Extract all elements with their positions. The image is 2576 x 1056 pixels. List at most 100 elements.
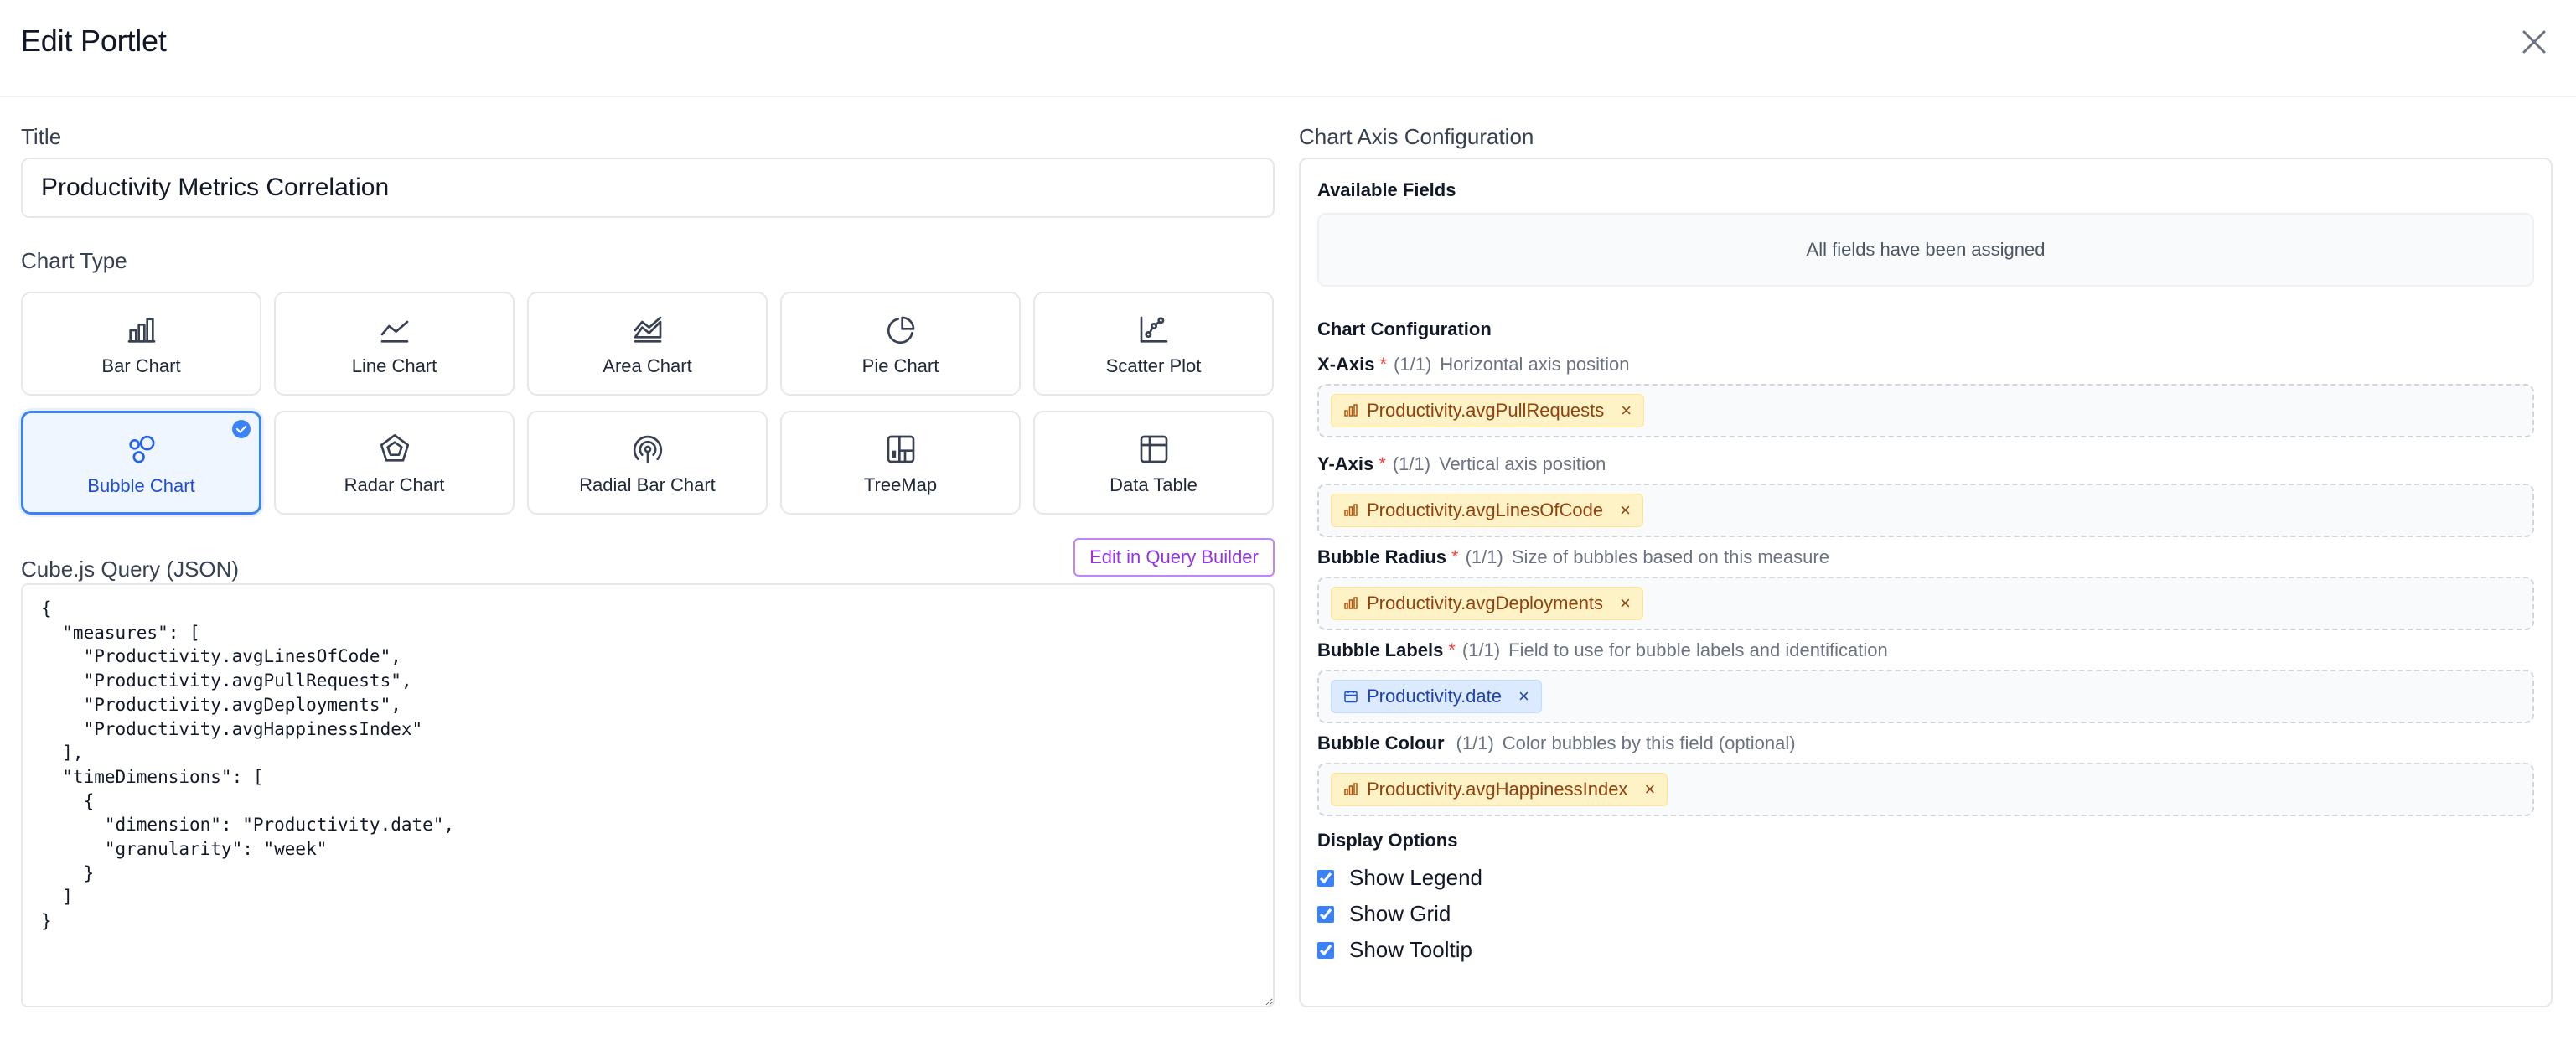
bubble-labels-label-row: Bubble Labels * (1/1) Field to use for bubb… — [1317, 639, 1888, 661]
measure-icon — [1343, 596, 1358, 611]
bubble-radius-count: (1/1) — [1465, 546, 1503, 567]
chart-option-area[interactable]: Area Chart — [527, 292, 768, 396]
y-axis-field-chip[interactable]: Productivity.avgLinesOfCode × — [1331, 494, 1643, 527]
bubble-labels-count: (1/1) — [1461, 639, 1501, 660]
field-name: Productivity.avgHappinessIndex — [1367, 779, 1628, 800]
remove-field-icon[interactable]: × — [1620, 593, 1631, 614]
remove-field-icon[interactable]: × — [1621, 400, 1632, 422]
show-tooltip-label: Show Tooltip — [1349, 937, 1472, 962]
scatter-plot-icon — [1137, 313, 1171, 347]
x-axis-field-chip[interactable]: Productivity.avgPullRequests × — [1331, 394, 1645, 427]
chart-option-radial-bar[interactable]: Radial Bar Chart — [527, 411, 768, 515]
bubble-radius-field-chip[interactable]: Productivity.avgDeployments × — [1331, 587, 1643, 620]
bubble-labels-field-chip[interactable]: Productivity.date × — [1331, 680, 1542, 713]
bubble-radius-description: Size of bubbles based on this measure — [1511, 546, 1829, 567]
x-axis-label-row: X-Axis * (1/1) Horizontal axis position — [1317, 354, 1630, 375]
remove-field-icon[interactable]: × — [1620, 500, 1631, 521]
x-axis-name: X-Axis — [1317, 354, 1375, 375]
available-fields-heading: Available Fields — [1317, 179, 1456, 200]
y-axis-count: (1/1) — [1392, 453, 1431, 474]
chart-option-label: Data Table — [1110, 474, 1197, 495]
y-axis-dropzone[interactable]: Productivity.avgLinesOfCode × — [1317, 484, 2534, 537]
chart-option-pie[interactable]: Pie Chart — [780, 292, 1021, 396]
bubble-colour-name: Bubble Colour — [1317, 732, 1445, 753]
bubble-labels-name: Bubble Labels — [1317, 639, 1444, 660]
calendar-icon — [1343, 689, 1358, 704]
chart-option-label: Line Chart — [351, 355, 437, 376]
show-tooltip-option[interactable]: Show Tooltip — [1317, 937, 1472, 963]
chart-option-radar[interactable]: Radar Chart — [274, 411, 515, 515]
bubble-radius-label-row: Bubble Radius * (1/1) Size of bubbles based… — [1317, 546, 1829, 568]
available-fields-empty: All fields have been assigned — [1806, 239, 2046, 260]
field-name: Productivity.date — [1367, 686, 1503, 707]
line-chart-icon — [378, 313, 411, 347]
required-marker: * — [1451, 546, 1459, 567]
available-fields-dropzone[interactable]: All fields have been assigned — [1317, 213, 2534, 287]
radar-chart-icon — [378, 432, 411, 466]
required-marker: * — [1448, 639, 1456, 660]
chart-option-label: Scatter Plot — [1105, 355, 1202, 376]
required-marker: * — [1379, 453, 1386, 474]
measure-icon — [1343, 782, 1358, 797]
axis-config-label: Chart Axis Configuration — [1299, 124, 1534, 149]
chart-option-bar[interactable]: Bar Chart — [21, 292, 261, 396]
dialog-title: Edit Portlet — [21, 23, 167, 58]
y-axis-label-row: Y-Axis * (1/1) Vertical axis position — [1317, 453, 1606, 475]
chart-option-label: Pie Chart — [861, 355, 939, 376]
chart-option-label: Radial Bar Chart — [579, 474, 716, 495]
chart-option-label: Area Chart — [603, 355, 692, 376]
show-tooltip-checkbox[interactable] — [1317, 941, 1334, 959]
bar-chart-icon — [125, 313, 158, 347]
field-name: Productivity.avgDeployments — [1367, 593, 1604, 613]
field-name: Productivity.avgLinesOfCode — [1367, 500, 1604, 520]
area-chart-icon — [631, 313, 665, 347]
show-grid-label: Show Grid — [1349, 901, 1451, 926]
bubble-colour-count: (1/1) — [1456, 732, 1494, 753]
axis-config-panel: Available Fields All fields have been as… — [1299, 158, 2553, 1007]
close-icon[interactable] — [2517, 25, 2551, 59]
chart-option-label: Bar Chart — [101, 355, 181, 376]
y-axis-name: Y-Axis — [1317, 453, 1374, 474]
chart-option-label: Radar Chart — [344, 474, 445, 495]
title-input[interactable] — [21, 158, 1275, 218]
chart-option-label: Bubble Chart — [87, 475, 195, 496]
bubble-colour-label-row: Bubble Colour (1/1) Color bubbles by this … — [1317, 732, 1796, 754]
show-grid-option[interactable]: Show Grid — [1317, 901, 1451, 927]
bubble-radius-name: Bubble Radius — [1317, 546, 1447, 567]
chart-option-data-table[interactable]: Data Table — [1033, 411, 1274, 515]
dialog-header: Edit Portlet — [0, 0, 2576, 97]
bubble-radius-dropzone[interactable]: Productivity.avgDeployments × — [1317, 577, 2534, 630]
chart-option-line[interactable]: Line Chart — [274, 292, 515, 396]
remove-field-icon[interactable]: × — [1644, 779, 1655, 800]
table-icon — [1137, 432, 1171, 466]
selected-check-icon — [232, 420, 251, 438]
show-grid-checkbox[interactable] — [1317, 905, 1334, 923]
chart-config-heading: Chart Configuration — [1317, 318, 1492, 339]
field-name: Productivity.avgPullRequests — [1367, 400, 1605, 421]
chart-option-scatter[interactable]: Scatter Plot — [1033, 292, 1274, 396]
bubble-labels-description: Field to use for bubble labels and ident… — [1508, 639, 1888, 660]
treemap-icon — [884, 432, 918, 466]
y-axis-description: Vertical axis position — [1439, 453, 1606, 474]
chart-option-treemap[interactable]: TreeMap — [780, 411, 1021, 515]
bubble-colour-dropzone[interactable]: Productivity.avgHappinessIndex × — [1317, 763, 2534, 816]
show-legend-checkbox[interactable] — [1317, 869, 1334, 887]
bubble-colour-field-chip[interactable]: Productivity.avgHappinessIndex × — [1331, 773, 1668, 806]
edit-in-query-builder-button[interactable]: Edit in Query Builder — [1073, 538, 1275, 577]
radial-bar-chart-icon — [631, 432, 665, 466]
display-options-heading: Display Options — [1317, 830, 1458, 851]
x-axis-dropzone[interactable]: Productivity.avgPullRequests × — [1317, 384, 2534, 437]
pie-chart-icon — [884, 313, 918, 347]
show-legend-option[interactable]: Show Legend — [1317, 865, 1482, 891]
measure-icon — [1343, 403, 1358, 418]
required-marker: * — [1379, 354, 1388, 375]
x-axis-description: Horizontal axis position — [1440, 354, 1630, 375]
chart-option-label: TreeMap — [863, 474, 938, 495]
query-json-textarea[interactable]: { "measures": [ "Productivity.avgLinesOf… — [21, 583, 1275, 1007]
show-legend-label: Show Legend — [1349, 865, 1483, 890]
remove-field-icon[interactable]: × — [1518, 686, 1529, 707]
bubble-labels-dropzone[interactable]: Productivity.date × — [1317, 670, 2534, 723]
chart-option-bubble[interactable]: Bubble Chart — [21, 411, 261, 515]
bubble-colour-description: Color bubbles by this field (optional) — [1502, 732, 1796, 753]
measure-icon — [1343, 503, 1358, 518]
